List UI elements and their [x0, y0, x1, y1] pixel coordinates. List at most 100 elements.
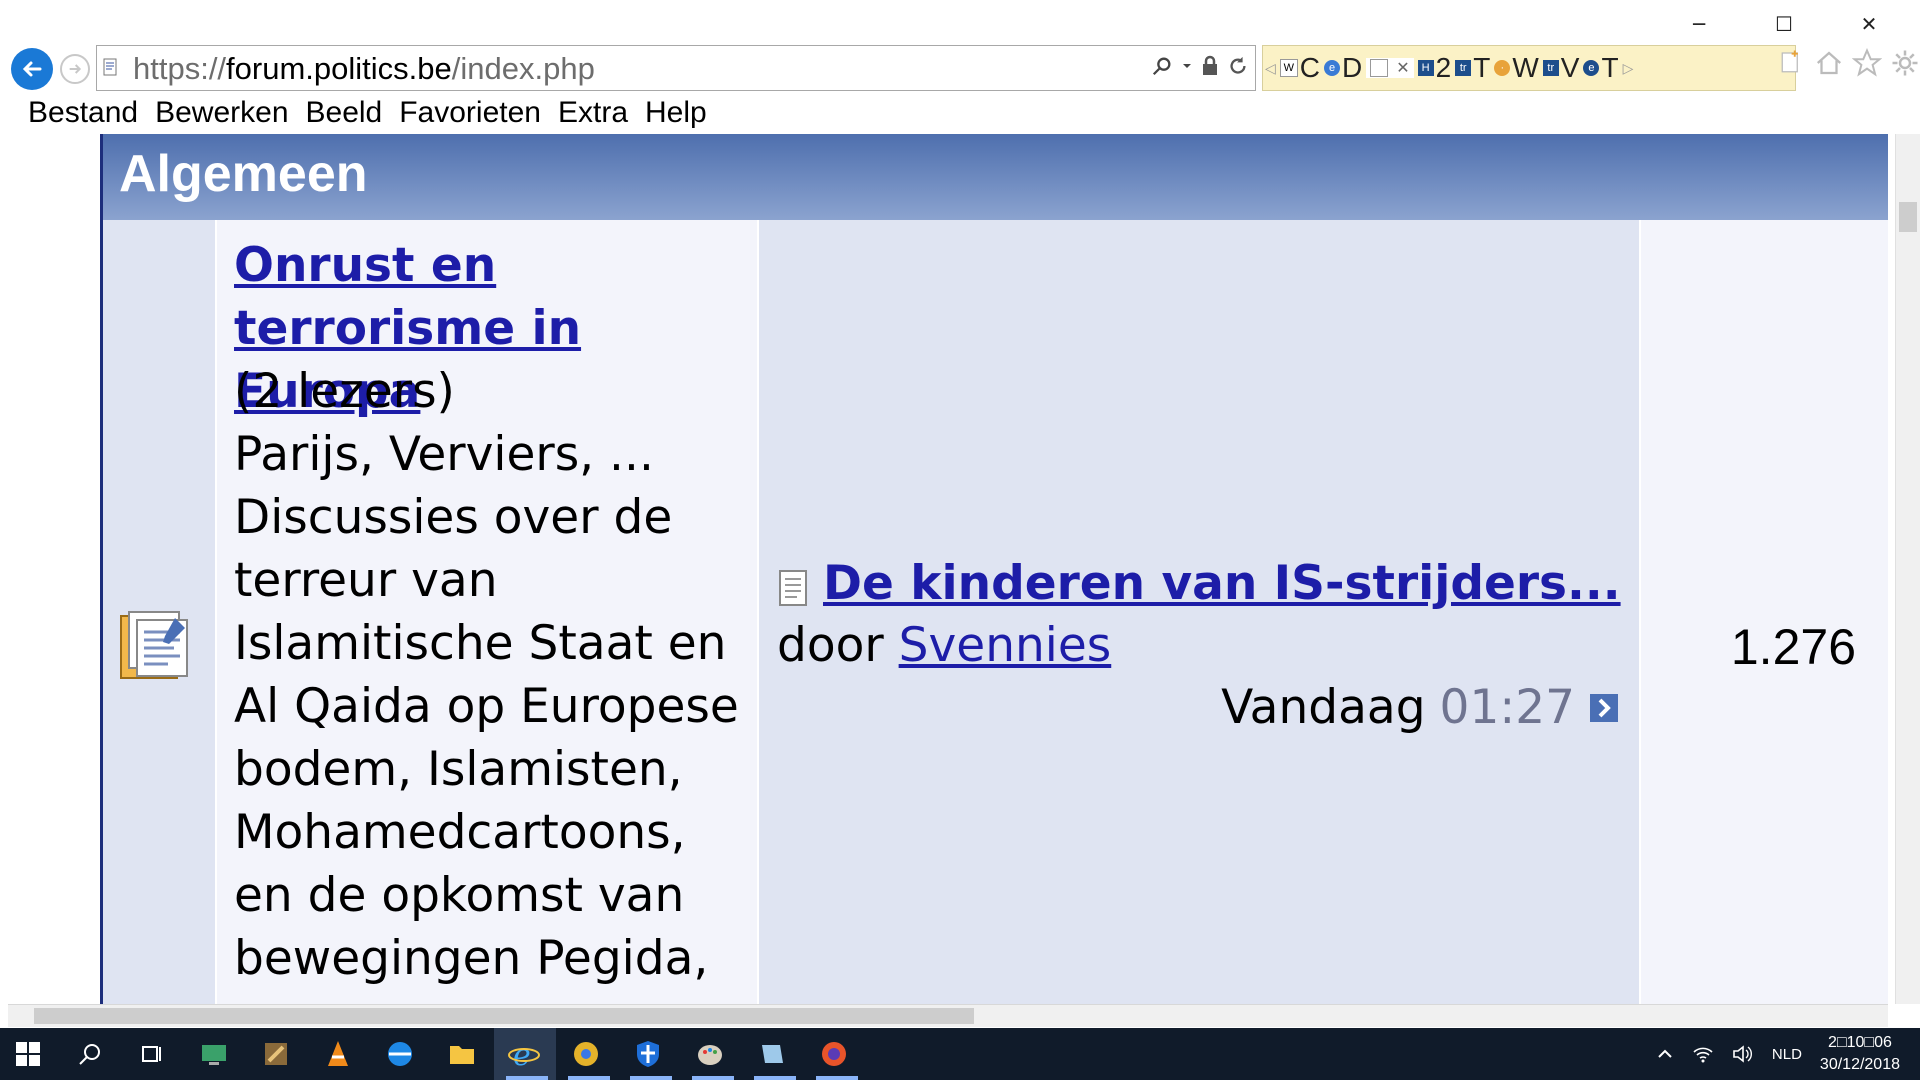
taskbar-internet-explorer[interactable]: e: [506, 1036, 542, 1072]
menu-bar: Bestand Bewerken Beeld Favorieten Extra …: [0, 92, 1920, 134]
menu-favorieten[interactable]: Favorieten: [399, 96, 541, 130]
by-label: door: [777, 618, 884, 673]
tab-strip[interactable]: ◁ WC eD ✕ H2 tr T · W tr V eT ▷: [1262, 45, 1796, 91]
last-post-date: Vandaag 01:27: [1221, 680, 1619, 735]
lock-icon[interactable]: [1201, 55, 1219, 77]
menu-bewerken[interactable]: Bewerken: [155, 96, 288, 130]
tab-scroll-left[interactable]: ◁: [1265, 60, 1276, 77]
chevron-up-icon[interactable]: [1656, 1045, 1674, 1063]
svg-text:e: e: [513, 1038, 531, 1070]
chrome-icon: [574, 1042, 598, 1066]
taskbar-app-4[interactable]: [382, 1036, 418, 1072]
tab-1[interactable]: WC: [1279, 52, 1320, 84]
maximize-button[interactable]: ☐: [1755, 6, 1813, 42]
address-url[interactable]: https://forum.politics.be/index.php: [133, 51, 595, 87]
internet-explorer-icon: e: [508, 1038, 540, 1070]
window-titlebar: ─ ☐ ✕: [0, 0, 1920, 46]
taskbar-file-explorer[interactable]: [444, 1036, 480, 1072]
firefox-icon: [822, 1042, 846, 1066]
taskbar-firefox[interactable]: [816, 1036, 852, 1072]
menu-extra[interactable]: Extra: [558, 96, 628, 130]
system-tray: NLD 2□10□06 30/12/2018: [1656, 1028, 1900, 1080]
taskbar-app-notes[interactable]: [754, 1036, 790, 1072]
forum-folder-icon: [120, 611, 188, 679]
address-bar[interactable]: https://forum.politics.be/index.php: [96, 45, 1256, 91]
forward-button[interactable]: [60, 54, 90, 84]
clock[interactable]: 2□10□06 30/12/2018: [1820, 1032, 1900, 1076]
menu-bestand[interactable]: Bestand: [28, 96, 138, 130]
tab-2[interactable]: eD: [1324, 52, 1362, 84]
last-post-topic-link[interactable]: De kinderen van IS-strijders...: [823, 556, 1621, 611]
horizontal-scrollbar[interactable]: [8, 1004, 1888, 1027]
post-document-icon: [779, 569, 807, 606]
running-app-indicator: [630, 1076, 672, 1080]
tab-4[interactable]: tr T: [1455, 52, 1490, 84]
shield-icon: [637, 1041, 659, 1067]
settings-gear-icon[interactable]: [1890, 48, 1920, 78]
search-icon[interactable]: [1151, 55, 1173, 77]
menu-beeld[interactable]: Beeld: [306, 96, 383, 130]
windows-logo-icon: [16, 1042, 40, 1066]
tab-favicon-icon: e: [1583, 60, 1600, 76]
tab-active[interactable]: ✕: [1366, 58, 1414, 78]
dropdown-arrow-icon[interactable]: [1181, 60, 1193, 72]
vlc-cone-icon: [328, 1041, 348, 1066]
last-post-time: 01:27: [1439, 680, 1575, 735]
back-arrow-icon: [22, 61, 42, 77]
running-app-indicator: [754, 1076, 796, 1080]
post-count: 1.276: [1730, 619, 1856, 675]
last-post-author-line: door Svennies: [777, 618, 1111, 673]
taskbar-chrome[interactable]: [568, 1036, 604, 1072]
refresh-icon[interactable]: [1227, 55, 1249, 77]
forum-description: Parijs, Verviers, ... Discussies over de…: [234, 427, 739, 986]
page-favicon-icon: [103, 58, 117, 76]
favorites-star-icon[interactable]: [1852, 48, 1882, 78]
tab-5[interactable]: · W: [1494, 52, 1539, 84]
home-icon[interactable]: [1814, 48, 1844, 78]
category-title: Algemeen: [119, 145, 368, 203]
category-header: Algemeen: [103, 134, 1888, 220]
input-language[interactable]: NLD: [1772, 1046, 1802, 1063]
last-post-author-link[interactable]: Svennies: [899, 618, 1112, 673]
tab-scroll-right[interactable]: ▷: [1623, 60, 1634, 77]
folder-icon: [450, 1046, 474, 1064]
taskbar-search-button[interactable]: [72, 1036, 108, 1072]
vertical-scrollbar[interactable]: [1895, 134, 1920, 1004]
active-app-indicator: [506, 1076, 548, 1080]
tab-close-icon[interactable]: ✕: [1396, 58, 1409, 78]
tab-favicon-icon: tr: [1542, 60, 1559, 76]
taskbar-paint[interactable]: [692, 1036, 728, 1072]
clock-time: 2□10□06: [1828, 1034, 1892, 1051]
tab-3[interactable]: H2: [1417, 52, 1451, 84]
forum-info-cell: Onrust en terrorisme in Europa (2 lezers…: [217, 220, 757, 1004]
forum-table: Algemeen Onrust en terrorisme in Europa …: [100, 134, 1888, 1004]
last-post-cell: De kinderen van IS-strijders... door Sve…: [759, 220, 1639, 1004]
go-to-last-post-icon[interactable]: [1589, 693, 1619, 723]
taskbar-app-1[interactable]: [196, 1036, 232, 1072]
clock-date: 30/12/2018: [1819, 1056, 1900, 1073]
notes-icon: [762, 1045, 783, 1063]
start-button[interactable]: [10, 1036, 46, 1072]
wifi-icon[interactable]: [1692, 1044, 1714, 1064]
taskbar-app-2[interactable]: [258, 1036, 294, 1072]
menu-help[interactable]: Help: [645, 96, 707, 130]
new-tab-icon[interactable]: [1776, 48, 1806, 78]
task-view-button[interactable]: [134, 1036, 170, 1072]
tab-7[interactable]: eT: [1583, 52, 1619, 84]
tab-favicon-icon: ·: [1494, 60, 1511, 76]
tab-favicon-icon: W: [1279, 59, 1298, 77]
post-count-cell: 1.276: [1641, 220, 1888, 1004]
horizontal-scroll-thumb[interactable]: [34, 1008, 974, 1024]
tab-6[interactable]: tr V: [1542, 52, 1579, 84]
close-button[interactable]: ✕: [1840, 6, 1898, 42]
back-button[interactable]: [11, 48, 53, 90]
page-viewport: Algemeen Onrust en terrorisme in Europa …: [8, 134, 1888, 1004]
taskbar-app-vlc[interactable]: [320, 1036, 356, 1072]
app-tools-icon: [265, 1043, 287, 1065]
vertical-scroll-thumb[interactable]: [1899, 202, 1917, 232]
taskbar-defender[interactable]: [630, 1036, 666, 1072]
minimize-button[interactable]: ─: [1670, 6, 1728, 42]
last-post-topic[interactable]: De kinderen van IS-strijders...: [777, 556, 1621, 611]
forum-icon-cell: [103, 220, 215, 1004]
volume-icon[interactable]: [1732, 1044, 1754, 1064]
